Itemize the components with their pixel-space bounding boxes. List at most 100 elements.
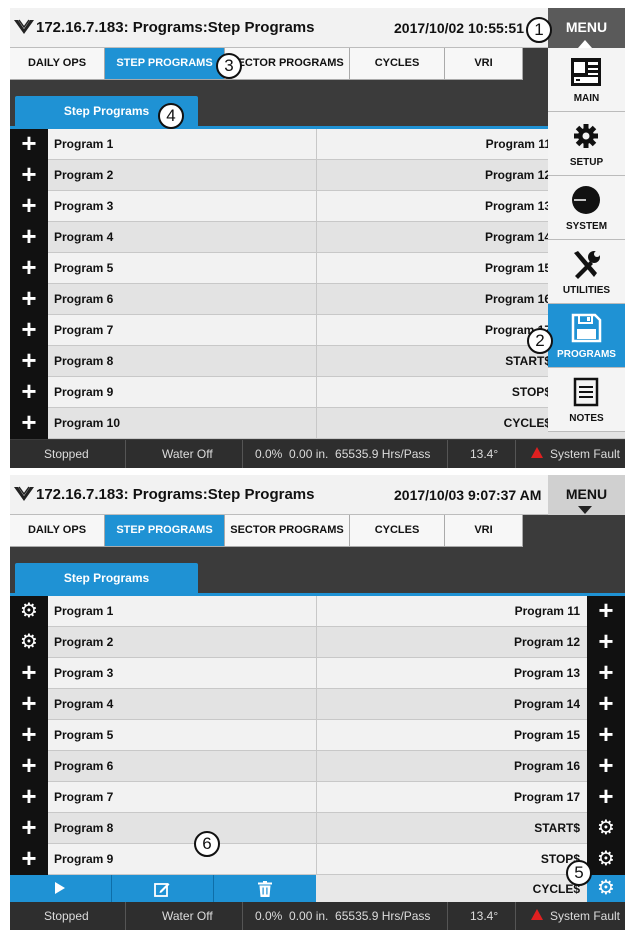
program-name[interactable]: Program 9 [54, 385, 113, 399]
program-name-right[interactable]: Program 12 [485, 168, 551, 182]
plus-icon[interactable]: + [10, 253, 48, 284]
page-title: 172.16.7.183: Programs:Step Programs [36, 19, 315, 36]
plus-icon[interactable]: + [10, 315, 48, 346]
program-name-right[interactable]: Program 17 [514, 790, 580, 804]
program-name[interactable]: Program 3 [54, 199, 113, 213]
program-name-right[interactable]: Program 16 [514, 759, 580, 773]
plus-icon[interactable]: + [10, 751, 48, 782]
program-name[interactable]: Program 5 [54, 261, 113, 275]
program-name-right[interactable]: STOP$ [512, 385, 551, 399]
plus-icon[interactable]: + [10, 689, 48, 720]
divider [316, 782, 317, 813]
program-name[interactable]: Program 6 [54, 292, 113, 306]
program-name[interactable]: Program 4 [54, 697, 113, 711]
list-item: + Program 3 Program 13 [10, 191, 625, 222]
plus-icon[interactable]: + [10, 191, 48, 222]
menu-button[interactable]: MENU [548, 8, 625, 48]
tab-cycles[interactable]: CYCLES [350, 515, 445, 547]
menu-item-setup[interactable]: SETUP [548, 112, 625, 176]
program-name-right[interactable]: START$ [505, 354, 551, 368]
gear-icon[interactable]: ⚙ [587, 813, 625, 844]
program-name-right[interactable]: Program 11 [486, 137, 551, 151]
play-button[interactable] [10, 875, 112, 902]
tab-vri[interactable]: VRI [445, 515, 523, 547]
program-name[interactable]: Program 3 [54, 666, 113, 680]
program-name[interactable]: Program 8 [54, 821, 113, 835]
plus-icon[interactable]: + [587, 751, 625, 782]
plus-icon[interactable]: + [10, 813, 48, 844]
menu-item-system[interactable]: SYSTEM [548, 176, 625, 240]
program-name-right[interactable]: Program 11 [515, 604, 580, 618]
gear-icon[interactable]: ⚙ [10, 627, 48, 658]
tab-daily-ops[interactable]: DAILY OPS [10, 48, 105, 80]
callout-2: 2 [527, 328, 553, 354]
program-name[interactable]: Program 7 [54, 323, 113, 337]
program-name-right[interactable]: Program 15 [485, 261, 551, 275]
plus-icon[interactable]: + [10, 346, 48, 377]
plus-icon[interactable]: + [10, 782, 48, 813]
plus-icon[interactable]: + [10, 129, 48, 160]
tab-cycles[interactable]: CYCLES [350, 48, 445, 80]
list-item: ⚙ Program 2 Program 12 + [10, 627, 625, 658]
program-name-right[interactable]: Program 14 [485, 230, 551, 244]
status-fault[interactable]: System Fault [550, 447, 620, 461]
status-fault[interactable]: System Fault [550, 909, 620, 923]
tab-step-programs[interactable]: STEP PROGRAMS [105, 515, 225, 547]
program-name[interactable]: Program 1 [54, 604, 113, 618]
plus-icon[interactable]: + [10, 222, 48, 253]
program-name[interactable]: Program 1 [54, 137, 113, 151]
program-name[interactable]: Program 7 [54, 790, 113, 804]
edit-button[interactable] [112, 875, 214, 902]
plus-icon[interactable]: + [587, 658, 625, 689]
plus-icon[interactable]: + [587, 720, 625, 751]
plus-icon[interactable]: + [587, 627, 625, 658]
program-name-right[interactable]: Program 15 [514, 728, 580, 742]
tab-sector-programs[interactable]: SECTOR PROGRAMS [225, 515, 350, 547]
gear-icon[interactable]: ⚙ [10, 596, 48, 627]
divider [316, 720, 317, 751]
program-name[interactable]: Program 9 [54, 852, 113, 866]
plus-icon[interactable]: + [587, 782, 625, 813]
tab-step-programs[interactable]: STEP PROGRAMS [105, 48, 225, 80]
plus-icon[interactable]: + [587, 689, 625, 720]
plus-icon[interactable]: + [10, 377, 48, 408]
program-name[interactable]: Program 8 [54, 354, 113, 368]
menu-item-programs[interactable]: PROGRAMS [548, 304, 625, 368]
program-name-right[interactable]: CYCLE$ [504, 416, 551, 430]
plus-icon[interactable]: + [10, 844, 48, 875]
program-name[interactable]: Program 5 [54, 728, 113, 742]
program-name[interactable]: Program 2 [54, 168, 113, 182]
program-name-right[interactable]: Program 16 [485, 292, 551, 306]
program-name-right[interactable]: Program 13 [514, 666, 580, 680]
program-name[interactable]: Program 4 [54, 230, 113, 244]
gear-icon[interactable]: ⚙ [587, 875, 625, 902]
delete-button[interactable] [214, 875, 316, 902]
divider [447, 440, 448, 468]
program-name[interactable]: Program 2 [54, 635, 113, 649]
tab-vri[interactable]: VRI [445, 48, 523, 80]
menu-item-label: UTILITIES [562, 285, 611, 296]
tab-sector-programs[interactable]: SECTOR PROGRAMS [225, 48, 350, 80]
tab-bar: DAILY OPS STEP PROGRAMS SECTOR PROGRAMS … [10, 515, 625, 547]
plus-icon[interactable]: + [587, 596, 625, 627]
panel-tab-step-programs[interactable]: Step Programs [15, 563, 198, 594]
menu-button[interactable]: MENU [548, 475, 625, 515]
menu-item-notes[interactable]: NOTES [548, 368, 625, 432]
gear-icon[interactable]: ⚙ [587, 844, 625, 875]
menu-item-utilities[interactable]: UTILITIES [548, 240, 625, 304]
plus-icon[interactable]: + [10, 720, 48, 751]
program-name-right[interactable]: Program 14 [514, 697, 580, 711]
program-name[interactable]: Program 10 [54, 416, 120, 430]
program-name-right[interactable]: START$ [534, 821, 580, 835]
menu-item-main[interactable]: MAIN [548, 48, 625, 112]
plus-icon[interactable]: + [10, 658, 48, 689]
tab-daily-ops[interactable]: DAILY OPS [10, 515, 105, 547]
plus-icon[interactable]: + [10, 284, 48, 315]
warning-icon [531, 909, 543, 920]
plus-icon[interactable]: + [10, 408, 48, 439]
menu-item-label: NOTES [569, 413, 604, 424]
program-name[interactable]: Program 6 [54, 759, 113, 773]
program-name-right[interactable]: Program 12 [514, 635, 580, 649]
program-name-right[interactable]: Program 13 [485, 199, 551, 213]
plus-icon[interactable]: + [10, 160, 48, 191]
